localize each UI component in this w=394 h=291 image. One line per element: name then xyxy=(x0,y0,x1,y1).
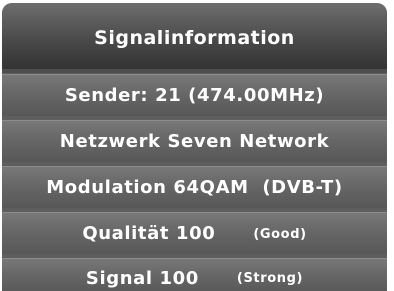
modulation-text: Modulation 64QAM (DVB-T) xyxy=(46,177,343,198)
signal-label: Signal 100 xyxy=(85,268,199,289)
network-row: Netzwerk Seven Network xyxy=(2,120,387,162)
quality-row: Qualität 100 (Good) xyxy=(2,212,387,254)
network-text: Netzwerk Seven Network xyxy=(59,131,330,152)
signal-row: Signal 100 (Strong) xyxy=(2,258,387,291)
signal-info-panel: Signalinformation Sender: 21 (474.00MHz)… xyxy=(2,3,387,291)
quality-status: (Good) xyxy=(253,227,307,242)
signal-status: (Strong) xyxy=(236,271,304,286)
panel-header: Signalinformation xyxy=(2,3,387,69)
panel-title: Signalinformation xyxy=(94,27,295,49)
modulation-row: Modulation 64QAM (DVB-T) xyxy=(2,166,387,208)
sender-row: Sender: 21 (474.00MHz) xyxy=(2,74,387,116)
quality-label: Qualität 100 xyxy=(82,223,216,244)
divider xyxy=(2,69,387,73)
sender-text: Sender: 21 (474.00MHz) xyxy=(64,85,325,106)
